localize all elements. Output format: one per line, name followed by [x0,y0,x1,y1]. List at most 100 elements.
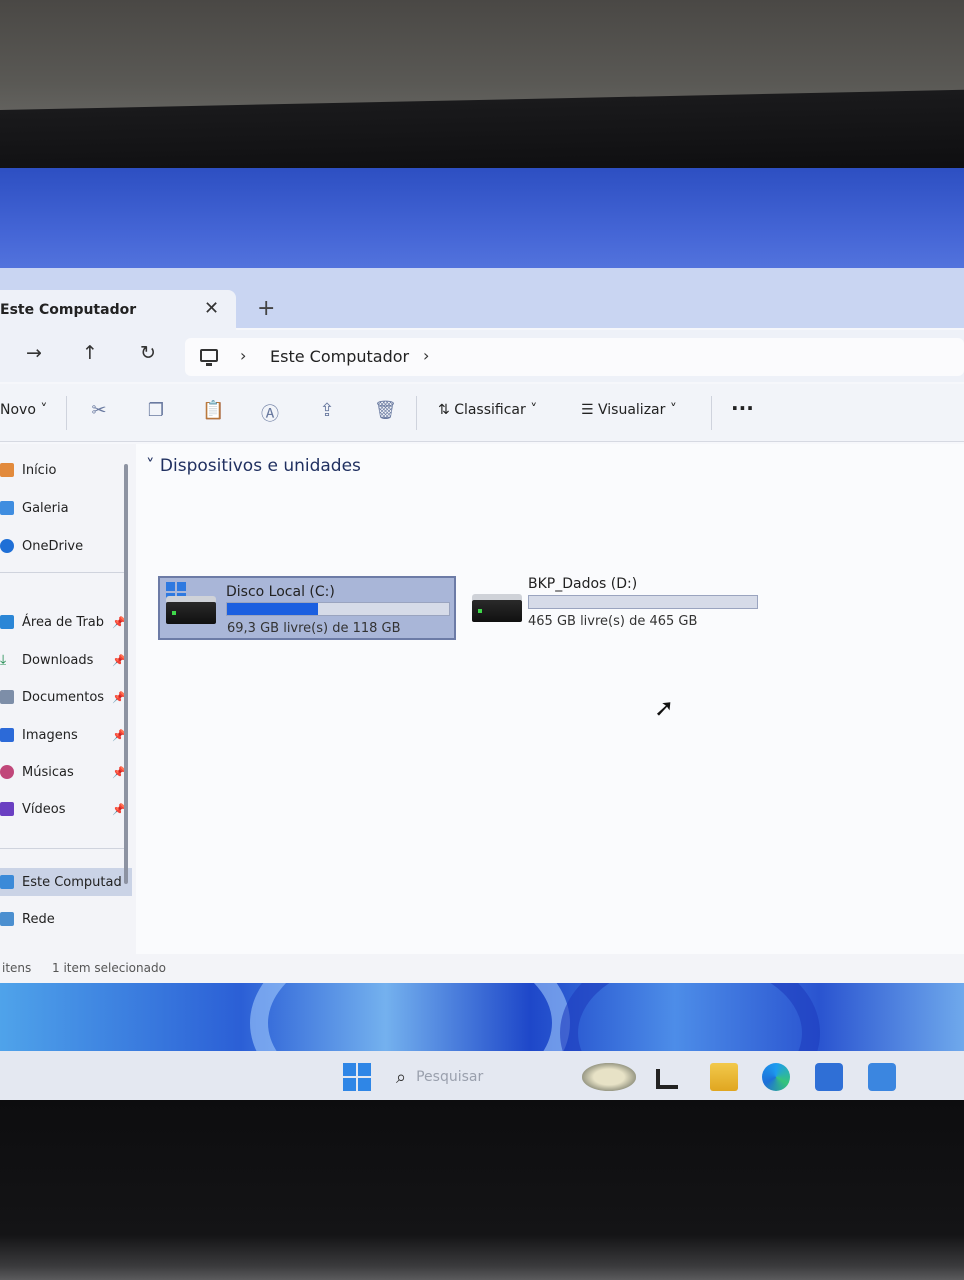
widgets-icon[interactable] [582,1063,636,1091]
start-button-icon[interactable] [343,1063,371,1091]
search-icon: ⌕ [396,1066,407,1088]
sidebar-item-label: Início [22,462,57,478]
storage-bar [528,595,758,609]
edge-browser-icon[interactable] [762,1063,790,1091]
cloud-icon [0,539,14,553]
delete-icon[interactable]: 🗑 [374,400,397,422]
download-icon: ⤓ [0,652,7,668]
content-pane: ˅ Dispositivos e unidades Disco Local (C… [136,444,964,954]
drive-name: Disco Local (C:) [226,584,335,600]
copy-icon[interactable]: ❐ [145,400,167,422]
sidebar-item-label: Rede [22,911,55,927]
network-icon [0,912,14,926]
hard-drive-icon [472,594,522,622]
sidebar-item-musicas[interactable]: Músicas 📌 [0,758,132,786]
sidebar-item-imagens[interactable]: Imagens 📌 [0,721,132,749]
hard-drive-icon [166,596,216,624]
sidebar-item-rede[interactable]: Rede [0,905,132,933]
forward-icon[interactable]: → [26,342,42,364]
task-view-icon[interactable] [656,1069,678,1089]
storage-bar-fill [227,603,319,615]
drive-c[interactable]: Disco Local (C:) 69,3 GB livre(s) de 118… [158,576,456,640]
wallpaper-swirl [560,983,820,1053]
store-icon[interactable] [815,1063,843,1091]
drive-free-space: 465 GB livre(s) de 465 GB [528,614,698,629]
document-icon [0,690,14,704]
navigation-pane: Início Galeria OneDrive Área de Trab 📌 ⤓… [0,444,136,954]
monitor-bezel-bottom [0,1100,964,1280]
sidebar-item-onedrive[interactable]: OneDrive [0,532,132,560]
sidebar-item-label: Galeria [22,500,69,516]
sidebar-item-label: Downloads [22,652,94,668]
taskbar: ⌕ Pesquisar [0,1051,964,1103]
tab-este-computador[interactable]: Este Computador ✕ [0,290,236,330]
section-title: Dispositivos e unidades [159,456,361,476]
address-field[interactable]: › Este Computador › [185,338,964,376]
divider [66,396,67,430]
sidebar-item-label: Este Computad [22,874,122,890]
outlook-icon[interactable] [868,1063,896,1091]
view-button[interactable]: ☰ Visualizar ˅ [581,402,677,418]
music-icon [0,765,14,779]
sidebar-item-documentos[interactable]: Documentos 📌 [0,683,132,711]
sidebar-item-label: Área de Trab [22,614,105,630]
chevron-right-icon[interactable]: › [423,346,429,365]
chevron-down-icon: ˅ [146,456,155,476]
drive-free-space: 69,3 GB livre(s) de 118 GB [227,621,401,636]
breadcrumb-este-computador[interactable]: Este Computador [270,347,409,366]
taskbar-search[interactable]: ⌕ Pesquisar [396,1061,566,1093]
sidebar-item-label: Músicas [22,764,74,780]
rename-icon[interactable]: Ⓐ [259,400,281,425]
divider [0,572,126,573]
address-bar: → ↑ ↻ › Este Computador › [0,330,964,382]
video-icon [0,802,14,816]
up-icon[interactable]: ↑ [82,342,98,364]
section-header-devices[interactable]: ˅ Dispositivos e unidades [146,456,361,476]
tab-bar: Este Computador ✕ + [0,268,964,330]
command-bar: Novo ˅ ✂ ❐ 📋 Ⓐ ⇪ 🗑 ⇅ Classificar ˅ ☰ Vis… [0,384,964,442]
chevron-right-icon[interactable]: › [240,346,246,365]
divider [416,396,417,430]
drive-d[interactable]: BKP_Dados (D:) 465 GB livre(s) de 465 GB [466,576,766,640]
sidebar-item-label: Imagens [22,727,78,743]
search-placeholder: Pesquisar [416,1069,484,1085]
sidebar-item-downloads[interactable]: ⤓ Downloads 📌 [0,646,132,674]
file-explorer-icon[interactable] [710,1063,738,1091]
tab-title: Este Computador [0,302,137,318]
status-bar: itens 1 item selecionado [0,954,964,983]
wallpaper-swirl [250,983,570,1053]
storage-bar [226,602,450,616]
gallery-icon [0,501,14,515]
sidebar-scrollbar[interactable] [124,464,128,884]
sort-label: Classificar [454,402,526,418]
computer-icon [0,875,14,889]
drive-name: BKP_Dados (D:) [528,576,638,592]
sidebar-item-videos[interactable]: Vídeos 📌 [0,795,132,823]
sidebar-item-label: OneDrive [22,538,84,554]
status-item-count: itens [2,961,32,975]
file-explorer-window: Este Computador ✕ + → ↑ ↻ › Este Computa… [0,268,964,983]
sort-button[interactable]: ⇅ Classificar ˅ [438,402,537,418]
sidebar-item-label: Vídeos [22,801,66,817]
close-tab-icon[interactable]: ✕ [204,298,219,319]
mouse-pointer-icon: ➚ [654,694,675,722]
divider [711,396,712,430]
new-tab-button[interactable]: + [257,296,275,321]
home-icon [0,463,14,477]
share-icon[interactable]: ⇪ [316,400,338,422]
refresh-icon[interactable]: ↻ [140,342,156,364]
paste-icon[interactable]: 📋 [202,400,224,422]
sidebar-item-inicio[interactable]: Início [0,456,132,484]
computer-icon [200,349,218,366]
sidebar-item-area-de-trabalho[interactable]: Área de Trab 📌 [0,608,132,636]
status-selection: 1 item selecionado [52,961,166,975]
view-label: Visualizar [598,402,666,418]
desktop-icon [0,615,14,629]
screen: Este Computador ✕ + → ↑ ↻ › Este Computa… [0,168,964,1103]
cut-icon[interactable]: ✂ [88,400,110,422]
sidebar-item-este-computador[interactable]: Este Computad [0,868,132,896]
new-button[interactable]: Novo ˅ [0,402,47,418]
divider [0,848,126,849]
sidebar-item-galeria[interactable]: Galeria [0,494,132,522]
more-options-button[interactable]: ··· [731,396,754,420]
